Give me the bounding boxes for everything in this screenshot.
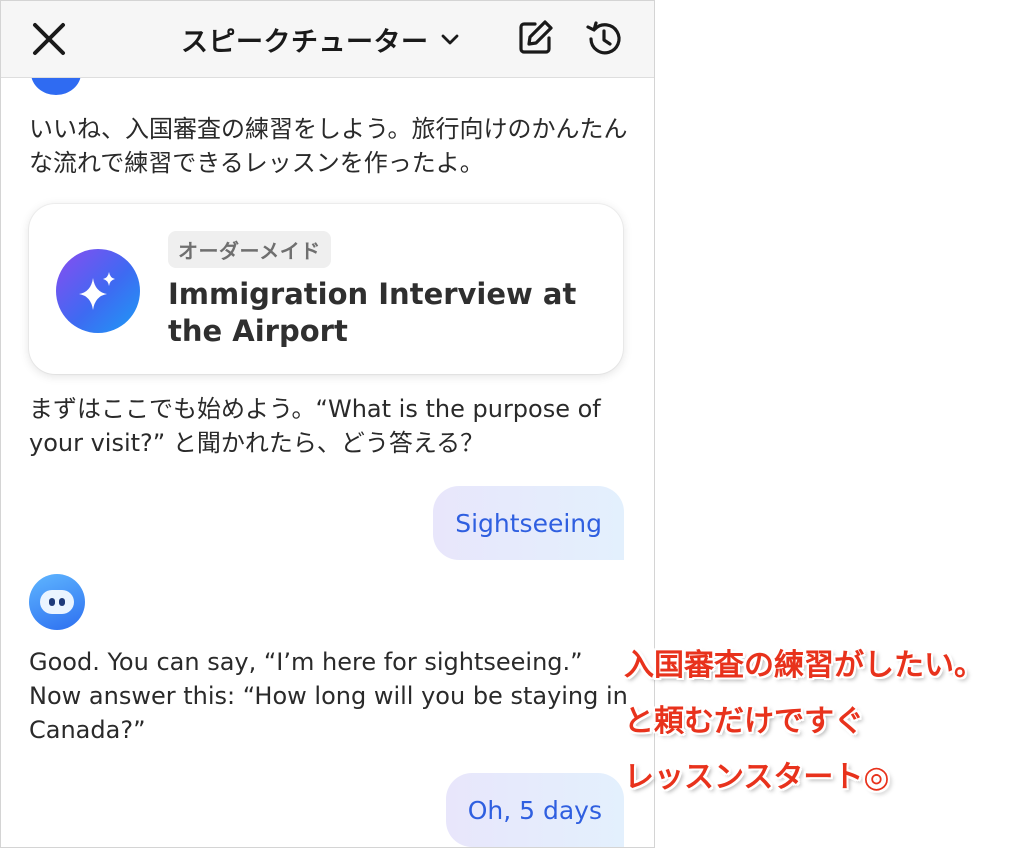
tutor-selector[interactable]: スピークチューター (181, 21, 461, 58)
header-title: スピークチューター (181, 26, 429, 58)
tutor-message: まずはここでも始めよう。“What is the purpose of your… (29, 395, 601, 457)
tutor-message: いいね、入国審査の練習をしよう。旅行向けのかんたんな流れで練習できるレッスンを作… (29, 115, 628, 177)
promo-annotation: 入国審査の練習がしたい。 と頼むだけですぐ レッスンスタート◎ (624, 638, 1024, 806)
avatar-eye (49, 598, 55, 606)
header-bar: スピークチューター (1, 1, 654, 78)
history-button[interactable] (583, 18, 625, 60)
tutor-avatar (29, 574, 85, 630)
avatar-eye (59, 598, 65, 606)
close-icon (33, 23, 65, 55)
lesson-title: Immigration Interview at the Airport (168, 277, 577, 348)
chevron-down-icon (441, 34, 458, 45)
annotation-line: と頼むだけですぐ (624, 704, 864, 739)
history-icon (586, 21, 621, 55)
lesson-tag: オーダーメイド (168, 231, 331, 268)
page: スピークチューター いいね、入国審査の練習をしよう。旅行向けのかんたんな流れで練… (0, 0, 1024, 848)
chat-screen: スピークチューター いいね、入国審査の練習をしよう。旅行向けのかんたんな流れで練… (0, 0, 655, 848)
edit-icon (519, 20, 553, 54)
user-message: Sightseeing (433, 486, 624, 560)
avatar-face (40, 590, 74, 614)
user-message: Oh, 5 days (445, 773, 624, 847)
new-chat-button[interactable] (515, 18, 555, 58)
tutor-message: Good. You can say, “I’m here for sightse… (29, 648, 628, 744)
lesson-card[interactable]: オーダーメイド Immigration Interview at the Air… (29, 204, 623, 374)
annotation-line: レッスンスタート◎ (624, 760, 890, 795)
lesson-card-icon (56, 249, 140, 333)
close-button[interactable] (29, 19, 69, 59)
annotation-line: 入国審査の練習がしたい。 (624, 648, 984, 683)
sparkles-icon (79, 272, 115, 310)
